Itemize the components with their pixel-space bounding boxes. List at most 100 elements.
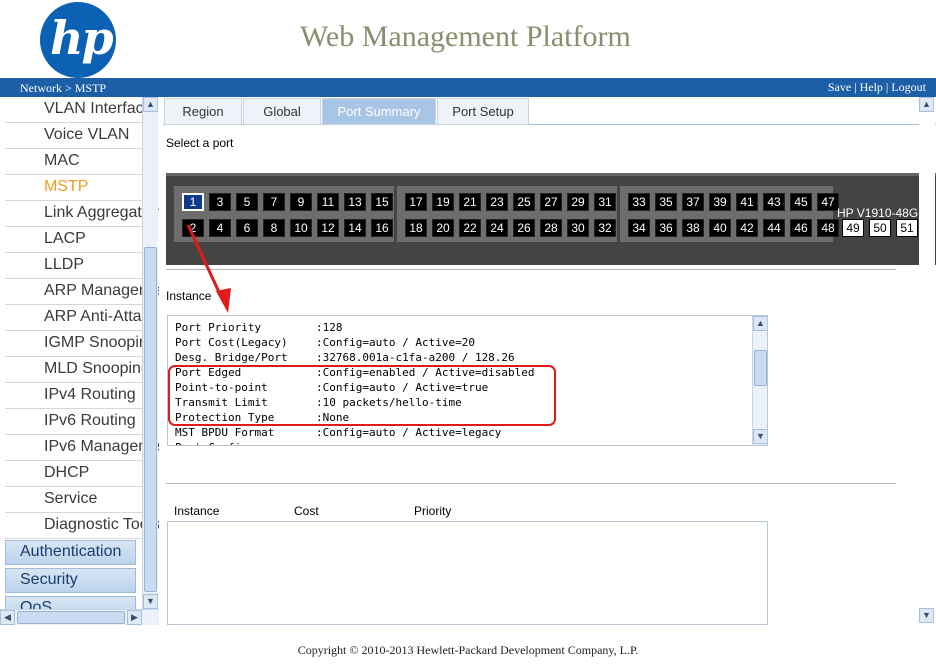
sidebar-item-label: DHCP [44,464,90,481]
port-30[interactable]: 30 [567,219,589,237]
port-38[interactable]: 38 [682,219,704,237]
port-22[interactable]: 22 [459,219,481,237]
scroll-thumb[interactable] [754,350,767,386]
sidebar-item-label: MLD Snooping [44,360,150,377]
port-31[interactable]: 31 [594,193,616,211]
port-8[interactable]: 8 [263,219,285,237]
port-28[interactable]: 28 [540,219,562,237]
port-16[interactable]: 16 [371,219,393,237]
port-25[interactable]: 25 [513,193,535,211]
tab-port-summary[interactable]: Port Summary [322,98,436,125]
sidebar-scrollbar[interactable]: ▲ ▼ [142,97,158,609]
port-info-key: Desg. Bridge/Port [175,351,288,364]
sidebar-item-lldp[interactable]: LLDP [5,253,142,279]
port-info-key: MST BPDU Format [175,426,275,439]
port-info-value: :Config=auto / Active=20 [316,336,475,349]
port-24[interactable]: 24 [486,219,508,237]
port-51[interactable]: 51 [896,219,918,237]
port-34[interactable]: 34 [628,219,650,237]
port-9[interactable]: 9 [290,193,312,211]
sidebar-item-ipv6-management[interactable]: IPv6 Management [5,435,159,461]
port-26[interactable]: 26 [513,219,535,237]
port-29[interactable]: 29 [567,193,589,211]
sidebar-item-igmp-snooping[interactable]: IGMP Snooping [5,331,157,357]
port-12[interactable]: 12 [317,219,339,237]
tab-port-setup[interactable]: Port Setup [437,98,529,125]
sidebar-horizontal-scrollbar[interactable]: ◀ ▶ [0,609,159,625]
port-10[interactable]: 10 [290,219,312,237]
sidebar-item-mld-snooping[interactable]: MLD Snooping [5,357,150,383]
port-19[interactable]: 19 [432,193,454,211]
scroll-up-button[interactable]: ▲ [753,316,767,331]
tab-global[interactable]: Global [243,98,321,125]
port-41[interactable]: 41 [736,193,758,211]
sidebar-item-dhcp[interactable]: DHCP [5,461,142,487]
port-50[interactable]: 50 [869,219,891,237]
sidebar-item-mac[interactable]: MAC [5,149,142,175]
scroll-up-button[interactable]: ▲ [919,97,934,112]
header: hp Web Management Platform [0,0,936,78]
help-link[interactable]: Help [860,80,883,94]
port-43[interactable]: 43 [763,193,785,211]
port-46[interactable]: 46 [790,219,812,237]
save-link[interactable]: Save [828,80,851,94]
hp-logo: hp [40,2,116,78]
port-info-value: :Config=auto / Active=legacy [316,426,502,439]
port-45[interactable]: 45 [790,193,812,211]
port-40[interactable]: 40 [709,219,731,237]
port-27[interactable]: 27 [540,193,562,211]
divider [166,269,896,270]
port-33[interactable]: 33 [628,193,650,211]
port-20[interactable]: 20 [432,219,454,237]
port-36[interactable]: 36 [655,219,677,237]
port-44[interactable]: 44 [763,219,785,237]
scroll-up-button[interactable]: ▲ [143,97,158,112]
main-scrollbar[interactable]: ▲ ▼ [919,97,935,625]
port-48[interactable]: 48 [817,219,839,237]
sidebar-item-label: IPv4 Routing [44,386,136,403]
scroll-down-button[interactable]: ▼ [143,594,158,609]
logout-link[interactable]: Logout [891,80,926,94]
sidebar-item-arp-management[interactable]: ARP Management [5,279,159,305]
scroll-thumb[interactable] [144,247,157,592]
port-47[interactable]: 47 [817,193,839,211]
sidebar-group-security[interactable]: Security [5,568,136,593]
scroll-right-button[interactable]: ▶ [127,610,142,625]
scroll-down-button[interactable]: ▼ [919,608,934,623]
sidebar-group-authentication[interactable]: Authentication [5,540,136,565]
port-39[interactable]: 39 [709,193,731,211]
scroll-down-button[interactable]: ▼ [753,429,767,444]
scroll-thumb[interactable] [17,611,125,624]
scroll-left-button[interactable]: ◀ [0,610,15,625]
sidebar-item-voice-vlan[interactable]: Voice VLAN [5,123,142,149]
sidebar-item-label: IPv6 Routing [44,412,136,429]
port-35[interactable]: 35 [655,193,677,211]
sidebar-item-ipv6-routing[interactable]: IPv6 Routing [5,409,142,435]
port-32[interactable]: 32 [594,219,616,237]
sidebar-item-arp-anti-attack[interactable]: ARP Anti-Attack [5,305,158,331]
port-13[interactable]: 13 [344,193,366,211]
tab-region[interactable]: Region [164,98,242,125]
sidebar-item-vlan-interface[interactable]: VLAN Interface [5,97,153,123]
info-scrollbar[interactable]: ▲ ▼ [752,316,767,445]
port-18[interactable]: 18 [405,219,427,237]
port-37[interactable]: 37 [682,193,704,211]
sidebar-item-diagnostic-tools[interactable]: Diagnostic Tools [5,513,159,539]
port-14[interactable]: 14 [344,219,366,237]
tab-bar: Region Global Port Summary Port Setup [163,97,936,125]
sidebar-item-lacp[interactable]: LACP [5,227,142,253]
sidebar-item-ipv4-routing[interactable]: IPv4 Routing [5,383,142,409]
sidebar-item-service[interactable]: Service [5,487,142,513]
sidebar-item-mstp[interactable]: MSTP [5,175,142,201]
port-7[interactable]: 7 [263,193,285,211]
port-23[interactable]: 23 [486,193,508,211]
port-11[interactable]: 11 [317,193,339,211]
column-instance: Instance [174,504,220,518]
port-15[interactable]: 15 [371,193,393,211]
app-title: Web Management Platform [300,20,631,53]
port-21[interactable]: 21 [459,193,481,211]
sidebar-item-link-aggregation[interactable]: Link Aggregation [5,201,159,227]
port-42[interactable]: 42 [736,219,758,237]
port-17[interactable]: 17 [405,193,427,211]
port-49[interactable]: 49 [842,219,864,237]
